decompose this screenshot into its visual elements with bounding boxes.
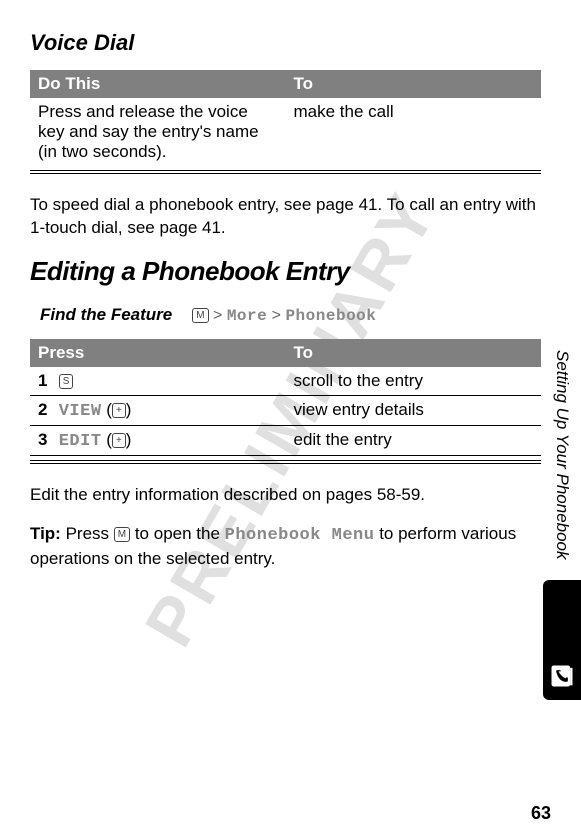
table1-row1-result: make the call (286, 98, 542, 166)
side-tab: Setting Up Your Phonebook (543, 330, 581, 700)
step1-to: scroll to the entry (286, 367, 542, 396)
table1-header-do-this: Do This (30, 70, 286, 98)
page-number: 63 (531, 803, 551, 824)
step2-press: 2 VIEW (+) (30, 395, 286, 425)
softkey-icon: + (112, 433, 126, 448)
table2-end-rule (30, 460, 541, 464)
breadcrumb-sep1: > (209, 307, 227, 324)
table1-header-to: To (286, 70, 542, 98)
phonebook-icon (548, 662, 576, 690)
nav-key-icon: S (59, 374, 74, 389)
step3-num: 3 (38, 430, 54, 450)
step3-press: 3 EDIT (+) (30, 425, 286, 455)
breadcrumb-more: More (227, 307, 267, 325)
step3-to: edit the entry (286, 425, 542, 455)
side-tab-label: Setting Up Your Phonebook (552, 330, 572, 580)
find-the-feature-label: Find the Feature (40, 305, 172, 325)
step3-softkey-label: EDIT (59, 432, 102, 451)
tip-text-1: Press (61, 524, 114, 543)
step1-press: 1 S (30, 367, 286, 396)
side-tab-thumb (543, 580, 581, 700)
edit-entry-paragraph: Edit the entry information described on … (30, 484, 541, 507)
do-this-table: Do This To Press and release the voice k… (30, 70, 541, 166)
section-heading-voice-dial: Voice Dial (30, 30, 541, 56)
find-the-feature-row: Find the Feature M > More > Phonebook (30, 305, 541, 325)
menu-key-icon: M (114, 527, 130, 542)
step2-to: view entry details (286, 395, 542, 425)
softkey-icon: + (112, 403, 126, 418)
step2-softkey-label: VIEW (59, 402, 102, 421)
table2-header-to: To (286, 339, 542, 367)
press-to-table: Press To 1 S scroll to the entry 2 VIEW … (30, 339, 541, 456)
tip-text-2: to open the (130, 524, 225, 543)
step1-num: 1 (38, 371, 54, 391)
step2-num: 2 (38, 400, 54, 420)
menu-key-icon: M (192, 308, 208, 323)
find-the-feature-path: M > More > Phonebook (192, 307, 376, 325)
table1-end-rule (30, 170, 541, 174)
tip-label: Tip: (30, 524, 61, 543)
breadcrumb-phonebook: Phonebook (285, 307, 376, 325)
table1-row1-action: Press and release the voice key and say … (30, 98, 286, 166)
speed-dial-paragraph: To speed dial a phonebook entry, see pag… (30, 194, 541, 240)
breadcrumb-sep2: > (267, 307, 285, 324)
tip-paragraph: Tip: Press M to open the Phonebook Menu … (30, 523, 541, 571)
table2-header-press: Press (30, 339, 286, 367)
heading-editing-phonebook: Editing a Phonebook Entry (30, 256, 541, 287)
tip-menu-text: Phonebook Menu (225, 526, 375, 545)
